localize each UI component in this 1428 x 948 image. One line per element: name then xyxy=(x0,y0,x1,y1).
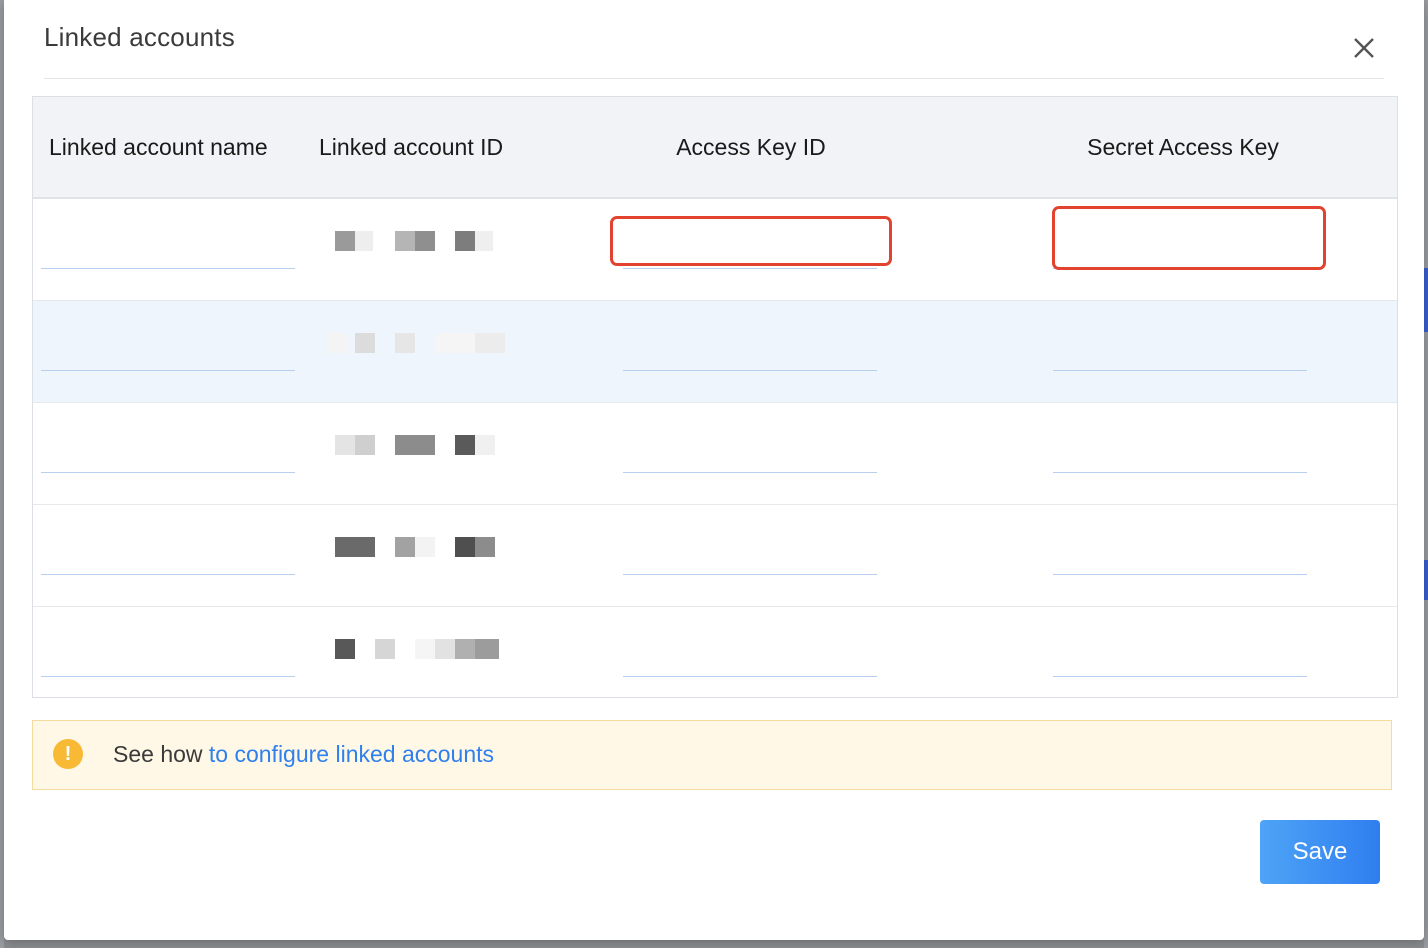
secret-access-key-input[interactable] xyxy=(1053,545,1307,575)
access-key-id-input[interactable] xyxy=(623,341,877,371)
secret-access-key-input[interactable] xyxy=(1053,443,1307,473)
secret-access-key-input[interactable] xyxy=(1053,647,1307,677)
column-header-access-key-id: Access Key ID xyxy=(676,134,826,160)
column-header-secret-access-key: Secret Access Key xyxy=(1087,134,1279,160)
access-key-id-input[interactable] xyxy=(623,545,877,575)
redacted-account-id xyxy=(335,639,505,661)
backdrop-accent-mark xyxy=(1424,560,1428,600)
redacted-account-id xyxy=(335,435,505,457)
account-name-input[interactable] xyxy=(41,647,295,677)
linked-accounts-table: Linked account name Linked account ID Ac… xyxy=(32,96,1398,698)
save-button[interactable]: Save xyxy=(1260,820,1380,884)
dialog-title: Linked accounts xyxy=(44,22,235,52)
configure-linked-accounts-link[interactable]: to configure linked accounts xyxy=(209,741,494,767)
table-header: Linked account name Linked account ID Ac… xyxy=(33,97,1397,199)
notice-prefix: See how xyxy=(113,741,209,767)
redacted-account-id xyxy=(335,231,505,253)
configure-notice: ! See how to configure linked accounts xyxy=(32,720,1392,790)
column-header-account-id: Linked account ID xyxy=(319,134,504,160)
redacted-account-id xyxy=(335,537,505,559)
title-divider xyxy=(44,78,1384,79)
account-name-input[interactable] xyxy=(41,545,295,575)
close-icon[interactable] xyxy=(1350,34,1378,62)
account-name-input[interactable] xyxy=(41,443,295,473)
table-row xyxy=(33,607,1397,709)
account-name-input[interactable] xyxy=(41,239,295,269)
notice-text: See how to configure linked accounts xyxy=(113,741,494,768)
backdrop-right-edge xyxy=(1424,0,1428,948)
linked-accounts-dialog: Linked accounts Linked account name Link… xyxy=(4,0,1424,940)
highlight-outline-secret-key xyxy=(1052,206,1326,270)
secret-access-key-input[interactable] xyxy=(1053,341,1307,371)
table-row xyxy=(33,301,1397,403)
redacted-account-id xyxy=(327,333,505,355)
access-key-id-input[interactable] xyxy=(623,443,877,473)
warning-icon: ! xyxy=(53,739,83,769)
access-key-id-input[interactable] xyxy=(623,647,877,677)
backdrop-accent-mark xyxy=(1424,268,1428,332)
table-row xyxy=(33,505,1397,607)
account-name-input[interactable] xyxy=(41,341,295,371)
column-header-account-name: Linked account name xyxy=(49,134,268,160)
table-row xyxy=(33,403,1397,505)
highlight-outline-access-key xyxy=(610,216,892,266)
